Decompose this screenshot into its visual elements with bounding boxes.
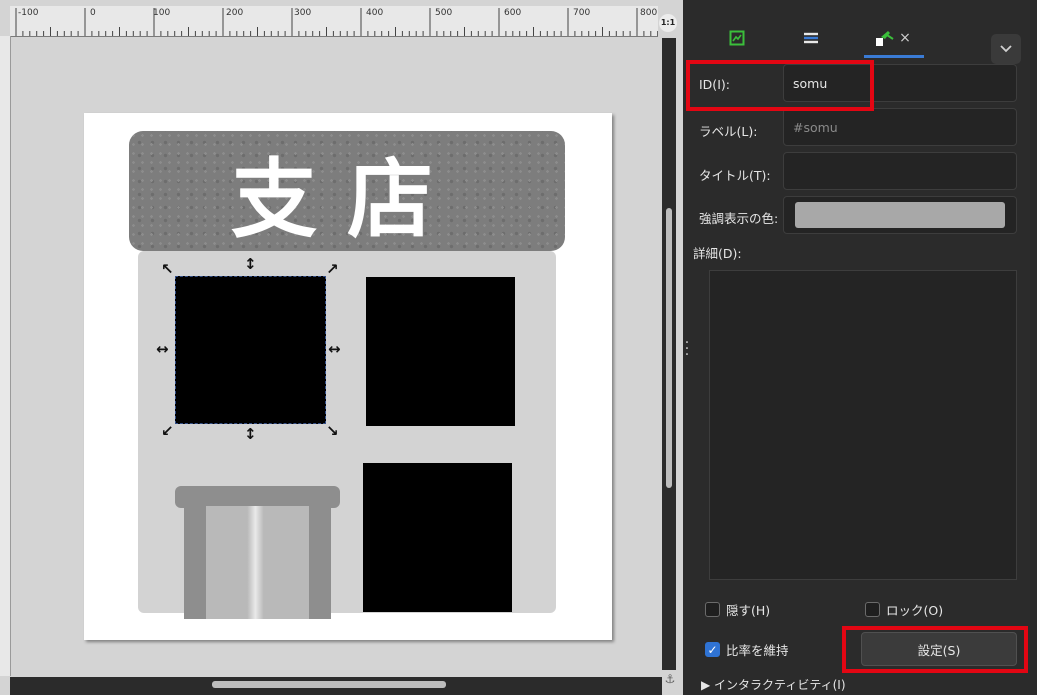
ruler-label: 800 (640, 8, 658, 18)
panel-menu-button[interactable] (991, 34, 1021, 64)
tab-image-properties[interactable] (709, 20, 765, 56)
ruler-label: 600 (504, 8, 522, 18)
highlight-color-label: 強調表示の色: (699, 211, 779, 226)
canvas-area[interactable]: -100 0 100 200 300 400 500 600 700 800 1… (0, 0, 683, 695)
description-textarea[interactable] (709, 270, 1017, 580)
ruler-label: 300 (294, 8, 312, 18)
hide-checkbox-row[interactable]: 隠す(H) (705, 600, 770, 619)
callout-set-button (842, 626, 1028, 673)
door-frame-top[interactable] (175, 486, 340, 508)
active-tab-indicator (864, 55, 924, 58)
label-input[interactable]: #somu (783, 108, 1017, 146)
horizontal-scrollbar-thumb[interactable] (212, 681, 446, 688)
door-frame-left[interactable] (184, 506, 206, 619)
interactivity-expander[interactable]: ▶ インタラクティビティ(I) (701, 676, 846, 693)
ruler-label: 200 (226, 8, 244, 18)
resize-handle-n-icon[interactable]: ↕ (244, 257, 257, 272)
keep-ratio-checkbox-row[interactable]: ✓ 比率を維持 (705, 640, 789, 659)
hide-checkbox[interactable] (705, 602, 720, 617)
tab-layers[interactable] (783, 20, 839, 56)
highlight-color-swatch[interactable] (795, 202, 1005, 228)
zoom-one-to-one-button[interactable]: 1:1 (659, 14, 677, 32)
title-input[interactable] (783, 152, 1017, 190)
ruler-label: 700 (573, 8, 591, 18)
keep-ratio-label: 比率を維持 (726, 643, 789, 658)
lock-checkbox-row[interactable]: ロック(O) (865, 600, 943, 619)
horizontal-ruler[interactable]: -100 0 100 200 300 400 500 600 700 800 (10, 6, 658, 37)
callout-id-field (686, 60, 874, 111)
keep-ratio-checkbox[interactable]: ✓ (705, 642, 720, 657)
description-label: 詳細(D): (693, 246, 742, 261)
image-properties-icon (729, 30, 745, 46)
ruler-label: 500 (435, 8, 453, 18)
ruler-label: 100 (153, 8, 171, 18)
selected-window[interactable] (175, 276, 326, 424)
layers-icon (804, 32, 818, 44)
door-frame-right[interactable] (309, 506, 331, 619)
label-label: ラベル(L): (699, 124, 758, 139)
ruler-label: -100 (18, 8, 39, 18)
object-properties-icon (876, 31, 894, 46)
vertical-scrollbar-thumb[interactable] (666, 208, 672, 488)
lock-checkbox[interactable] (865, 602, 880, 617)
horizontal-scrollbar[interactable] (10, 677, 662, 695)
resize-handle-s-icon[interactable]: ↕ (244, 427, 257, 442)
resize-handle-e-icon[interactable]: ↔ (328, 342, 341, 357)
store-signboard[interactable]: 支店 (129, 131, 565, 251)
door-glass[interactable] (206, 506, 309, 619)
hide-label: 隠す(H) (726, 603, 771, 618)
ruler-ticks (15, 8, 658, 36)
chevron-down-icon (1000, 45, 1012, 53)
panel-resize-grip-icon[interactable]: · · · (683, 336, 691, 362)
window-top-right[interactable] (366, 277, 515, 426)
tab-close-icon[interactable]: × (899, 30, 911, 46)
title-label: タイトル(T): (699, 168, 771, 183)
canvas-corner-lock-icon[interactable]: ⚓ (662, 672, 678, 690)
resize-handle-se-icon[interactable]: ↘ (326, 424, 339, 439)
resize-handle-ne-icon[interactable]: ↗ (326, 262, 339, 277)
vertical-ruler[interactable] (0, 36, 11, 676)
ruler-label: 400 (366, 8, 384, 18)
sign-text: 支店 (231, 149, 463, 250)
ruler-label: 0 (90, 8, 96, 18)
panel-tabbar: × (691, 14, 1037, 64)
resize-handle-sw-icon[interactable]: ↙ (161, 424, 174, 439)
document-page[interactable]: 支店 (84, 113, 612, 640)
resize-handle-w-icon[interactable]: ↔ (156, 342, 169, 357)
tab-object-properties[interactable]: × (861, 20, 925, 56)
vertical-scrollbar[interactable] (662, 38, 676, 670)
resize-handle-nw-icon[interactable]: ↖ (161, 262, 174, 277)
window-bottom-right[interactable] (363, 463, 512, 612)
lock-label: ロック(O) (886, 603, 944, 618)
